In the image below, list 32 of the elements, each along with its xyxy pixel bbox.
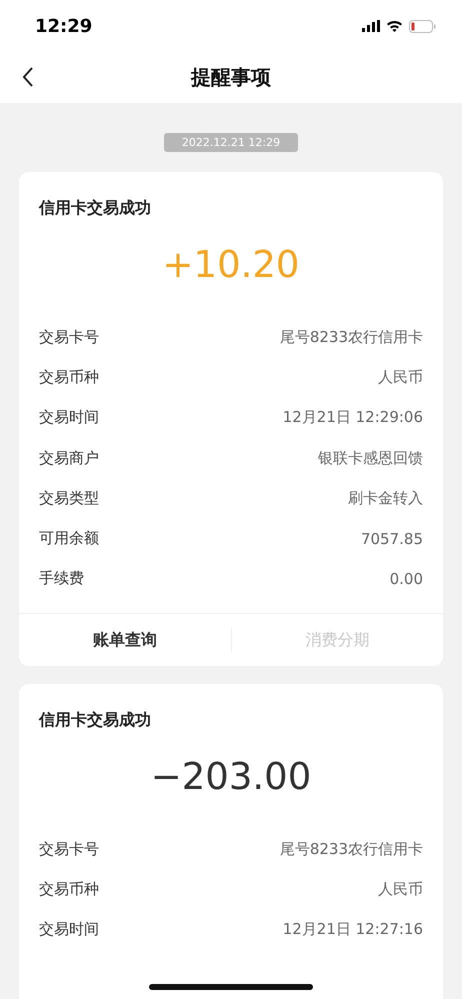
field-value: 刷卡金转入 [348, 488, 423, 508]
signal-icon [362, 20, 380, 32]
action-button[interactable]: 账单查询 [19, 630, 230, 651]
date-badge: 2022.12.21 12:29 [164, 133, 298, 152]
field-label: 手续费 [39, 569, 84, 588]
field-label: 可用余额 [39, 529, 99, 548]
field-label: 交易类型 [39, 488, 99, 508]
field-label: 交易商户 [39, 448, 99, 468]
field-value: 7057.85 [360, 530, 423, 548]
field-value: 12月21日 12:29:06 [282, 408, 423, 428]
field-label: 交易时间 [39, 408, 99, 428]
card-title: 信用卡交易成功 [38, 709, 152, 732]
amount: +10.20 [162, 242, 300, 288]
field-value: 人民币 [378, 368, 423, 387]
field-value: 0.00 [390, 570, 423, 588]
back-icon[interactable] [22, 67, 34, 87]
field-label: 交易币种 [39, 368, 99, 387]
field-value: 人民币 [378, 880, 423, 900]
battery-icon [409, 20, 436, 32]
wifi-icon [386, 20, 403, 32]
status-time: 12:29 [35, 16, 92, 36]
field-label: 交易币种 [39, 880, 99, 900]
field-value: 12月21日 12:27:16 [282, 920, 423, 940]
card-title: 信用卡交易成功 [38, 197, 152, 219]
amount: −203.00 [150, 754, 312, 800]
field-value: 尾号8233农行信用卡 [280, 328, 423, 347]
field-label: 交易卡号 [39, 840, 99, 859]
field-value: 尾号8233农行信用卡 [280, 840, 423, 859]
field-label: 交易卡号 [39, 328, 99, 347]
page-title: 提醒事项 [191, 64, 271, 91]
field-value: 银联卡感恩回馈 [318, 448, 423, 468]
field-label: 交易时间 [39, 920, 99, 940]
